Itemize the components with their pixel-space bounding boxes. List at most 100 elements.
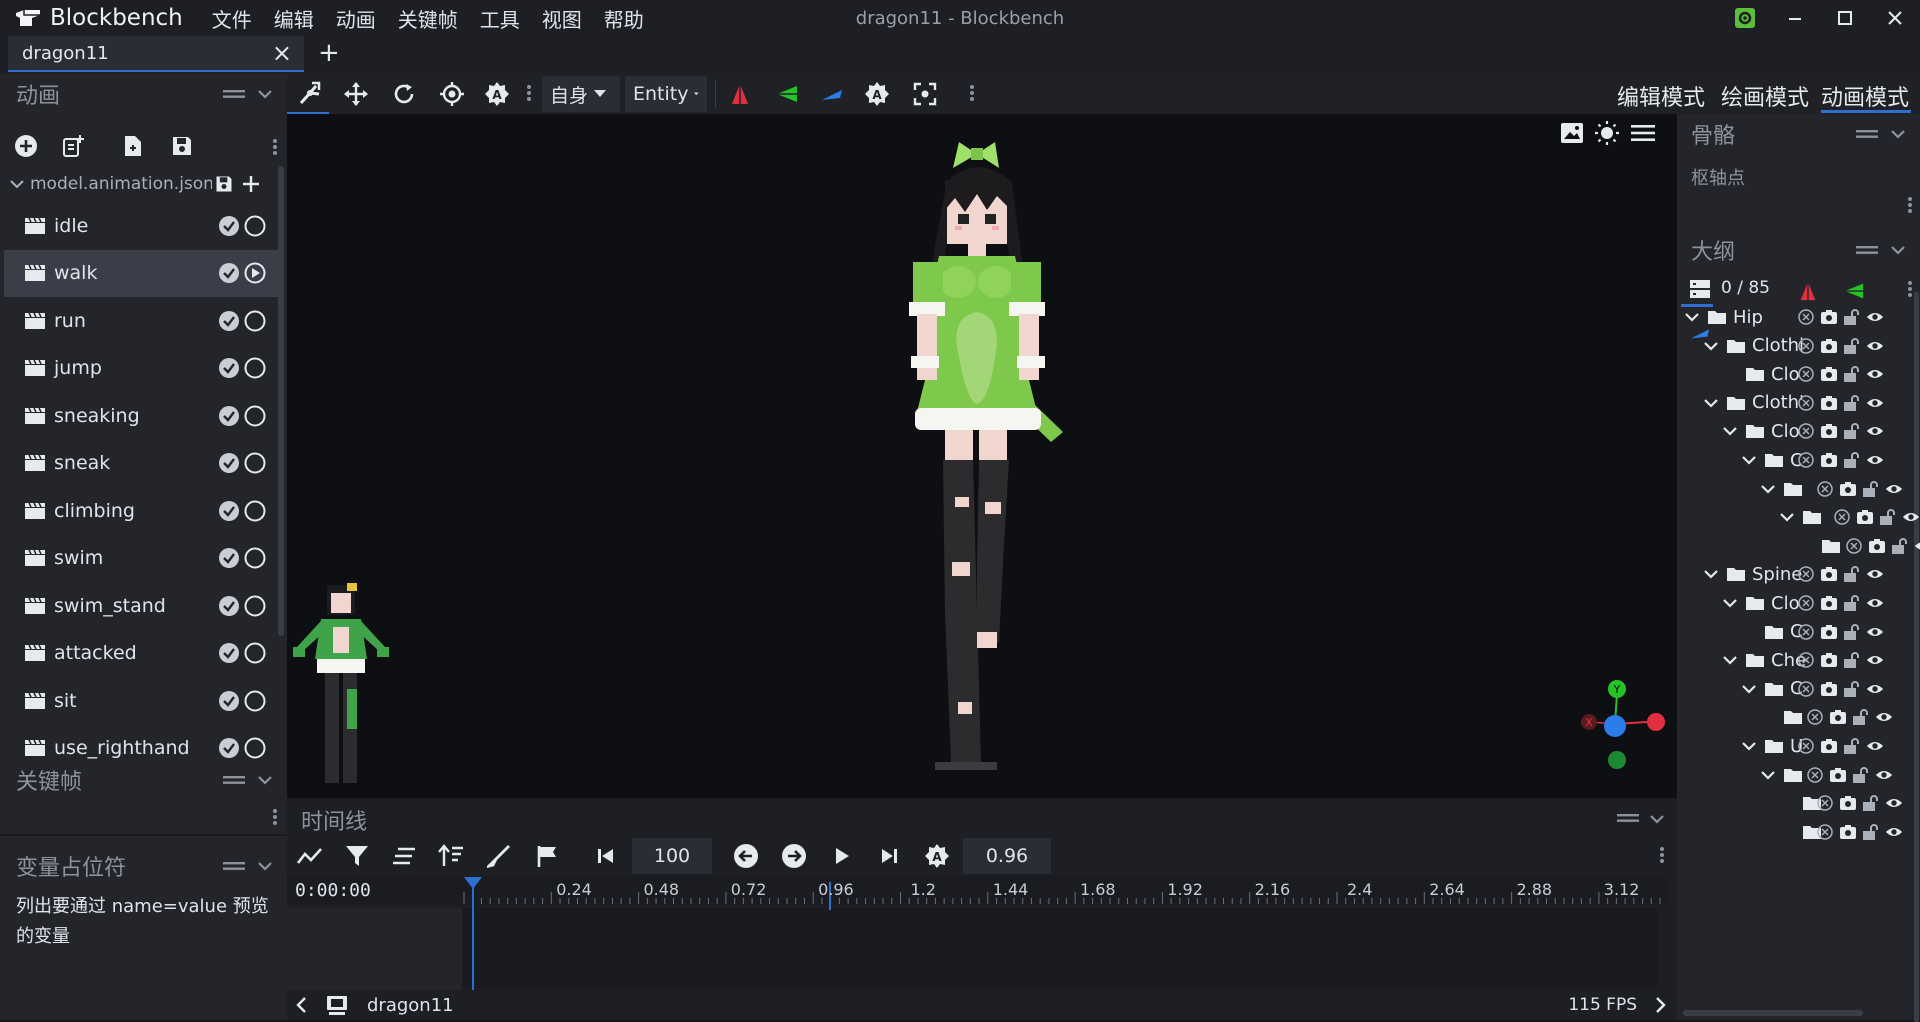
visibility-toggle-icon[interactable] <box>1866 394 1884 412</box>
ignore-toggle-icon[interactable] <box>1797 565 1815 583</box>
chevron-down-icon[interactable] <box>1685 312 1703 322</box>
visibility-toggle-icon[interactable] <box>1866 594 1884 612</box>
ignore-toggle-icon[interactable] <box>1816 480 1834 498</box>
mirror-y-button[interactable] <box>772 80 802 108</box>
add-animation-controller-icon[interactable] <box>61 134 85 158</box>
animation-item[interactable]: climbing <box>4 487 280 534</box>
play-toggle-icon[interactable] <box>244 690 266 712</box>
chevron-down-icon[interactable] <box>1704 341 1722 351</box>
lock-toggle-icon[interactable] <box>1843 565 1861 583</box>
panel-menu-icon[interactable] <box>223 88 245 100</box>
animation-item[interactable]: sit <box>4 677 280 724</box>
panel-menu-icon[interactable] <box>1617 812 1639 824</box>
chevron-down-icon[interactable] <box>1723 655 1741 665</box>
mode-tab-paint[interactable]: 绘画模式 <box>1721 80 1809 112</box>
import-animation-file-icon[interactable] <box>122 134 144 158</box>
chevron-left-icon[interactable] <box>295 996 307 1014</box>
ignore-toggle-icon[interactable] <box>1816 823 1834 841</box>
ignore-toggle-icon[interactable] <box>1806 766 1824 784</box>
filter-channels-button[interactable] <box>343 842 371 870</box>
mode-tab-edit[interactable]: 编辑模式 <box>1617 80 1705 112</box>
lock-toggle-icon[interactable] <box>1852 766 1870 784</box>
lighting-icon[interactable] <box>1594 120 1620 146</box>
menu-tools[interactable]: 工具 <box>469 4 531 33</box>
chevron-down-icon[interactable] <box>1742 684 1760 694</box>
mirror-y-icon[interactable] <box>1843 280 1865 302</box>
lock-toggle-icon[interactable] <box>1843 337 1861 355</box>
ignore-toggle-icon[interactable] <box>1797 365 1815 383</box>
rotate-tool-button[interactable] <box>389 80 419 108</box>
animation-item[interactable]: sneak <box>4 440 280 487</box>
maximize-button[interactable] <box>1820 0 1870 36</box>
tab-close-button[interactable]: × <box>272 39 292 67</box>
save-all-animations-icon[interactable] <box>170 134 194 158</box>
lock-toggle-icon[interactable] <box>1843 394 1861 412</box>
add-icon[interactable] <box>242 175 260 193</box>
plugin-button[interactable] <box>1720 0 1770 36</box>
lock-toggle-icon[interactable] <box>1862 823 1880 841</box>
sort-channels-button[interactable] <box>437 842 465 870</box>
playback-speed-button[interactable]: A <box>923 842 951 870</box>
timeline-time-display[interactable]: 0:00:00 <box>295 880 371 901</box>
export-toggle-icon[interactable] <box>1856 508 1874 526</box>
animation-item[interactable]: attacked <box>4 630 280 677</box>
align-channels-button[interactable] <box>390 842 418 870</box>
mode-tab-animate[interactable]: 动画模式 <box>1821 80 1909 112</box>
ignore-toggle-icon[interactable] <box>1797 308 1815 326</box>
animation-file-row[interactable]: model.animation.json <box>0 166 287 202</box>
export-toggle-icon[interactable] <box>1820 308 1838 326</box>
ignore-toggle-icon[interactable] <box>1797 680 1815 698</box>
export-toggle-icon[interactable] <box>1820 737 1838 755</box>
visibility-toggle-icon[interactable] <box>1866 451 1884 469</box>
lock-toggle-icon[interactable] <box>1862 794 1880 812</box>
play-toggle-icon[interactable] <box>244 215 266 237</box>
lock-toggle-icon[interactable] <box>1843 451 1861 469</box>
gizmo-neg-y-axis[interactable] <box>1608 751 1626 769</box>
chevron-down-icon[interactable] <box>10 179 24 189</box>
animation-item[interactable]: jump <box>4 345 280 392</box>
visibility-toggle-icon[interactable] <box>1866 623 1884 641</box>
outliner-horizontal-scrollbar[interactable] <box>1683 1010 1863 1016</box>
panel-menu-icon[interactable] <box>1856 244 1878 256</box>
add-animation-icon[interactable] <box>14 134 38 158</box>
jump-to-start-button[interactable] <box>592 842 620 870</box>
pivot-mode-select[interactable]: Entity <box>625 76 707 112</box>
translate-tool-button[interactable] <box>341 80 371 108</box>
export-toggle-icon[interactable] <box>1868 537 1886 555</box>
play-toggle-icon[interactable] <box>244 595 266 617</box>
animation-item[interactable]: sneaking <box>4 392 280 439</box>
toggle-outliner-options-icon[interactable] <box>1689 278 1711 300</box>
chevron-down-icon[interactable] <box>1742 455 1760 465</box>
ignore-toggle-icon[interactable] <box>1816 794 1834 812</box>
ignore-toggle-icon[interactable] <box>1845 537 1863 555</box>
ignore-toggle-icon[interactable] <box>1797 651 1815 669</box>
export-toggle-icon[interactable] <box>1839 480 1857 498</box>
play-toggle-icon[interactable] <box>244 547 266 569</box>
visibility-toggle-icon[interactable] <box>1866 680 1884 698</box>
export-toggle-icon[interactable] <box>1820 651 1838 669</box>
ignore-toggle-icon[interactable] <box>1797 422 1815 440</box>
visibility-toggle-icon[interactable] <box>1885 794 1903 812</box>
project-tab[interactable]: dragon11 × <box>8 36 304 72</box>
chevron-right-icon[interactable] <box>1655 996 1667 1014</box>
ignore-toggle-icon[interactable] <box>1806 708 1824 726</box>
visibility-toggle-icon[interactable] <box>1875 708 1893 726</box>
more-options-icon[interactable] <box>272 808 278 826</box>
export-toggle-icon[interactable] <box>1820 365 1838 383</box>
chevron-down-icon[interactable] <box>1704 569 1722 579</box>
animation-item[interactable]: swim <box>4 535 280 582</box>
playhead-marker-icon[interactable] <box>463 876 483 890</box>
play-toggle-icon[interactable] <box>244 642 266 664</box>
gizmo-z-axis[interactable] <box>1604 715 1626 737</box>
visibility-toggle-icon[interactable] <box>1902 508 1920 526</box>
minimize-button[interactable] <box>1770 0 1820 36</box>
next-keyframe-button[interactable] <box>780 842 808 870</box>
play-toggle-icon[interactable] <box>244 737 266 759</box>
export-toggle-icon[interactable] <box>1820 394 1838 412</box>
panel-menu-icon[interactable] <box>1856 128 1878 140</box>
graph-editor-button[interactable] <box>296 842 324 870</box>
chevron-down-icon[interactable] <box>1649 814 1665 824</box>
jump-to-end-button[interactable] <box>875 842 903 870</box>
visibility-toggle-icon[interactable] <box>1866 651 1884 669</box>
variables-placeholder-text[interactable]: 列出要通过 name=value 预览的变量 <box>0 886 287 952</box>
